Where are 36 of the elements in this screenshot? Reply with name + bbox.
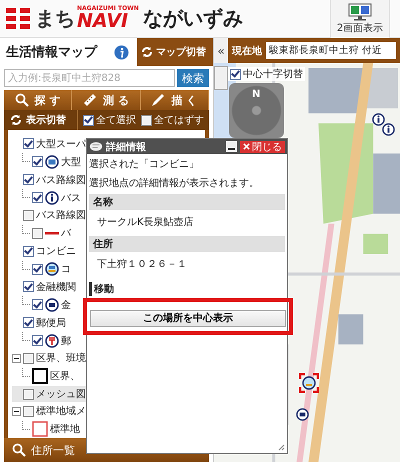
address-list-label: 住所一覧 <box>31 442 75 458</box>
section-heading: 住所 <box>89 236 285 252</box>
section-value: 下土狩１０２６－１ <box>96 258 188 272</box>
select-all-label: 全て選択 <box>96 114 136 127</box>
location-label: 現在地 <box>232 44 262 58</box>
layer-label: メッシュ図 <box>36 388 86 402</box>
town-name: ながいずみ <box>142 5 243 32</box>
layer-label: 区界、 <box>50 370 80 384</box>
dialog-text: 選択された「コンビニ」 <box>88 158 200 172</box>
layer-label: バス路線図 <box>36 209 86 222</box>
section-value: サークルK長泉鮎壺店 <box>96 216 195 230</box>
crosshair-toggle-label: 中心十字切替 <box>243 68 303 81</box>
section-heading: 移動 <box>89 282 285 296</box>
layer-label: バス <box>61 192 81 205</box>
section-heading: 名称 <box>89 194 285 210</box>
layer-label: 郵 <box>61 334 71 348</box>
dialog-text: 選択地点の詳細情報が表示されます。 <box>88 176 260 191</box>
layer-label: 標準地 <box>50 422 80 436</box>
location-field: 駿東郡長泉町中土狩 付近 <box>266 42 396 59</box>
layer-label: バス路線図 <box>36 174 86 187</box>
layer-label: コンビニ <box>36 245 76 258</box>
logo-text: まち <box>35 5 75 32</box>
layer-label: 標準地域メ <box>36 404 86 418</box>
layer-label: 区界、班境 <box>36 352 86 366</box>
layer-label: 郵便局 <box>36 316 66 330</box>
deselect-all-label: 全てはずす <box>154 114 204 127</box>
layer-label: 金融機関 <box>36 280 76 294</box>
layer-label: 大型スーパ <box>36 138 86 151</box>
layer-label: 金 <box>61 298 71 312</box>
dialog-title: 詳細情報 <box>106 140 147 154</box>
layer-label: コ <box>61 263 71 276</box>
layer-label: 大型 <box>61 156 81 169</box>
north-label: N <box>252 89 260 100</box>
layer-label: バ <box>61 227 71 240</box>
panel-title: 生活情報マップ <box>6 44 99 61</box>
logo-brand: NAVI <box>77 12 128 31</box>
